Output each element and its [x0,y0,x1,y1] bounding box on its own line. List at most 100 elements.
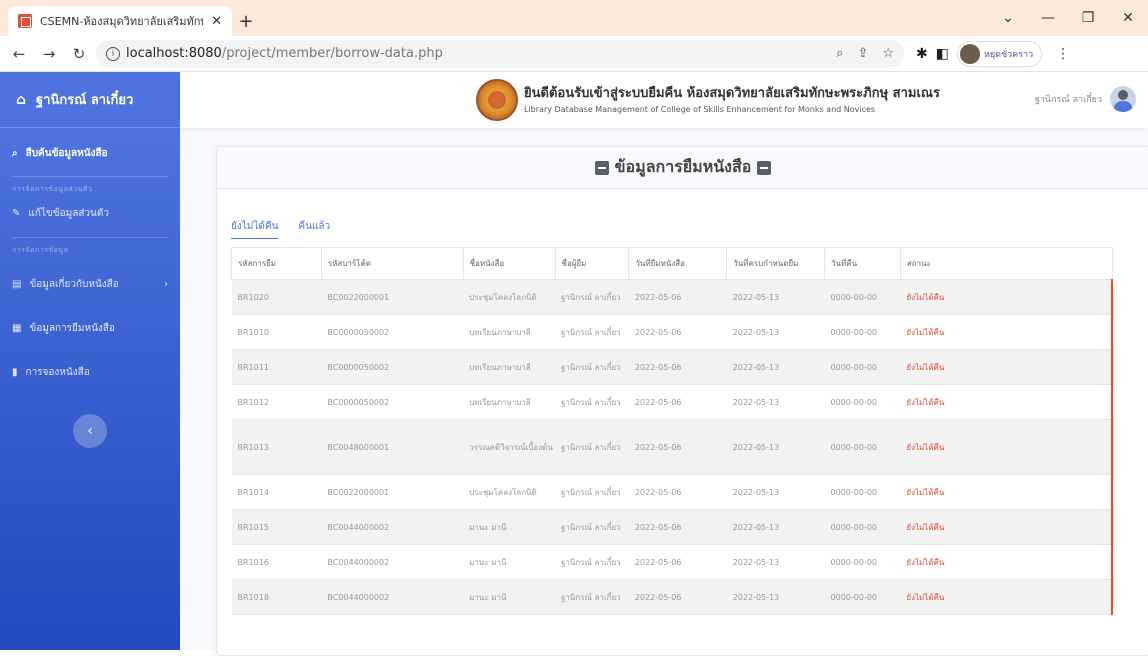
sidebar-item-search[interactable]: ⌕ สืบค้นข้อมูลหนังสือ [0,142,180,164]
table-icon [757,160,772,175]
borrow-id: BR1016 [231,544,322,580]
due-date: 2022-05-13 [726,419,825,475]
barcode: BC0044000002 [321,509,464,545]
back-icon[interactable]: ← [6,41,32,67]
borrow-date: 2022-05-06 [628,384,727,420]
table-row[interactable]: BR1018 BC0044000002 มานะ มานี ฐานิกรณ์ ล… [231,579,1113,615]
borrower: ฐานิกรณ์ ลาเกี๋ยว [555,384,629,420]
status-badge: ยังไม่ได้คืน [900,349,1113,385]
column-header[interactable]: รหัสบาร์โค้ด [320,247,464,280]
table-row[interactable]: BR1020 BC0022000001 ประชุมโคลงโลกนิติ ฐา… [231,279,1113,315]
profile-button[interactable]: หยุดชั่วคราว [956,40,1043,67]
side-panel-icon[interactable]: ◧ [936,46,949,62]
brand-name: ฐานิกรณ์ ลาเกี๋ยว [36,93,134,108]
app: ⌂ ฐานิกรณ์ ลาเกี๋ยว ⌕ สืบค้นข้อมูลหนังสื… [0,72,1148,656]
borrower: ฐานิกรณ์ ลาเกี๋ยว [555,279,629,315]
return-date: 0000-00-00 [824,419,901,475]
book-title: วรรณคดีวิจารณ์เบื้องต้น [463,419,556,475]
borrower: ฐานิกรณ์ ลาเกี๋ยว [555,349,629,385]
sidebar-item-label: ข้อมูลการยืมหนังสือ [29,322,115,334]
extensions-puzzle-icon[interactable]: ✱ [916,46,928,62]
sidebar-item-label: ข้อมูลเกี่ยวกับหนังสือ [29,278,119,290]
minimize-icon[interactable]: — [1028,0,1068,36]
site-info-icon[interactable]: i [106,46,120,61]
column-header[interactable]: วันที่คืน [824,247,901,280]
browser-menu-icon[interactable]: ⋮ [1056,46,1070,62]
browser-toolbar: ← → ↻ i localhost:8080/project/member/bo… [0,36,1148,72]
tab-search-icon[interactable]: ⌄ [988,0,1028,36]
table-row[interactable]: BR1013 BC0048000001 วรรณคดีวิจารณ์เบื้อง… [231,419,1113,475]
header-title: ยินดีต้อนรับเข้าสู่ระบบยืมคืน ห้องสมุดวิ… [524,86,940,101]
reload-icon[interactable]: ↻ [66,41,92,67]
column-header[interactable]: รหัสการยืม [231,247,322,280]
site-favicon-icon [18,14,32,28]
user-menu[interactable]: ฐานิกรณ์ ลาเกี๋ยว [1035,86,1136,112]
borrow-id: BR1012 [231,384,322,420]
chevron-right-icon: › [164,278,168,290]
page-title: ข้อมูลการยืมหนังสือ [614,157,752,176]
sidebar-heading-personal: การจัดการข้อมูลส่วนตัว [12,185,93,193]
borrower: ฐานิกรณ์ ลาเกี๋ยว [555,314,629,350]
barcode: BC0000050002 [321,349,464,385]
share-icon[interactable]: ⇪ [857,46,868,61]
borrow-id: BR1018 [231,579,322,615]
profile-label: หยุดชั่วคราว [983,49,1034,60]
barcode: BC0000050002 [321,384,464,420]
column-header[interactable]: สถานะ [899,247,1113,280]
borrow-date: 2022-05-06 [628,474,727,510]
table-body: BR1020 BC0022000001 ประชุมโคลงโลกนิติ ฐา… [231,279,1113,615]
table-row[interactable]: BR1016 BC0044000002 มานะ มานี ฐานิกรณ์ ล… [231,544,1113,580]
column-header[interactable]: ชื่อผู้ยืม [554,247,630,280]
bookmark-star-icon[interactable]: ☆ [882,46,894,61]
url-path: /project/member/borrow-data.php [221,46,443,61]
main-content: ยินดีต้อนรับเข้าสู่ระบบยืมคืน ห้องสมุดวิ… [180,72,1148,656]
close-window-icon[interactable]: ✕ [1108,0,1148,36]
sidebar-brand[interactable]: ⌂ ฐานิกรณ์ ลาเกี๋ยว [0,72,180,128]
table-row[interactable]: BR1011 BC0000050002 บทเรียนภาษาบาลี ฐานิ… [231,349,1113,385]
table-row[interactable]: BR1012 BC0000050002 บทเรียนภาษาบาลี ฐานิ… [231,384,1113,420]
due-date: 2022-05-13 [726,544,825,580]
due-date: 2022-05-13 [726,384,825,420]
table-row[interactable]: BR1015 BC0044000002 มานะ มานี ฐานิกรณ์ ล… [231,509,1113,545]
college-seal-logo [476,79,518,121]
due-date: 2022-05-13 [726,509,825,545]
book-icon: ▮ [12,366,18,378]
close-tab-icon[interactable]: ✕ [211,14,222,29]
column-header[interactable]: วันที่ยืมหนังสือ [628,247,728,280]
column-header[interactable]: วันที่ครบกำหนดยืม [726,247,826,280]
table-row[interactable]: BR1010 BC0000050002 บทเรียนภาษาบาลี ฐานิ… [231,314,1113,350]
borrow-data-card: ข้อมูลการยืมหนังสือ ยังไม่ได้คืน คืนแล้ว… [216,146,1148,656]
header-subtitle: Library Database Management of College o… [524,105,876,114]
restore-icon[interactable]: ❐ [1068,0,1108,36]
sidebar-item-book-info[interactable]: ▤ ข้อมูลเกี่ยวกับหนังสือ › [0,262,180,306]
borrow-date: 2022-05-06 [628,349,727,385]
column-header[interactable]: ชื่อหนังสือ [462,247,556,280]
sidebar-item-borrow-data[interactable]: ▦ ข้อมูลการยืมหนังสือ [0,306,180,350]
sidebar-item-reserve[interactable]: ▮ การจองหนังสือ [0,350,180,394]
book-title: มานะ มานี [463,544,556,580]
return-date: 0000-00-00 [824,384,901,420]
barcode: BC0022000001 [321,474,464,510]
address-bar[interactable]: i localhost:8080/project/member/borrow-d… [96,39,904,68]
sidebar-toggle-button[interactable]: ‹ [73,414,107,448]
new-tab-button[interactable]: + [232,6,260,36]
table-icon [594,160,609,175]
browser-tabbar: CSEMN-ห้องสมุดวิทยาลัยเสริมทักษะ ✕ + ⌄ —… [0,0,1148,36]
status-badge: ยังไม่ได้คืน [900,384,1113,420]
barcode: BC0044000002 [321,579,464,615]
return-date: 0000-00-00 [824,544,901,580]
book-title: มานะ มานี [463,509,556,545]
due-date: 2022-05-13 [726,474,825,510]
tab-returned[interactable]: คืนแล้ว [298,219,330,239]
table-row[interactable]: BR1014 BC0022000001 ประชุมโคลงโลกนิติ ฐา… [231,474,1113,510]
borrow-date: 2022-05-06 [628,419,727,475]
extensions-area: ✱ ◧ หยุดชั่วคราว ⋮ [916,40,1070,67]
zoom-icon[interactable]: ⌕ [836,46,843,61]
forward-icon[interactable]: → [36,41,62,67]
tab-not-returned[interactable]: ยังไม่ได้คืน [231,219,279,239]
browser-tab[interactable]: CSEMN-ห้องสมุดวิทยาลัยเสริมทักษะ ✕ [8,6,232,36]
sidebar-item-edit-profile[interactable]: ✎ แก้ไขข้อมูลส่วนตัว [0,201,180,225]
due-date: 2022-05-13 [726,349,825,385]
return-date: 0000-00-00 [824,509,901,545]
user-avatar [1110,86,1136,112]
